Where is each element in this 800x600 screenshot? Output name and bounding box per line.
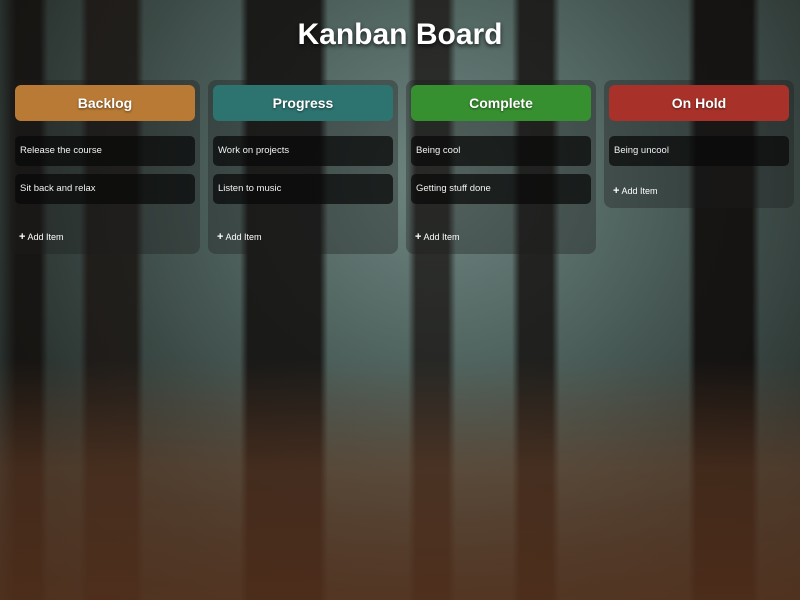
column-header-complete: Complete <box>411 85 591 121</box>
add-item-button[interactable]: + Add Item <box>411 231 460 243</box>
list-item[interactable]: Getting stuff done <box>411 174 591 204</box>
list-item[interactable]: Being uncool <box>609 136 789 166</box>
column-progress: Progress Work on projects Listen to musi… <box>208 80 398 254</box>
add-item-label: Add Item <box>423 232 460 242</box>
column-header-on-hold: On Hold <box>609 85 789 121</box>
add-item-label: Add Item <box>621 186 658 196</box>
plus-icon: + <box>415 231 422 243</box>
column-complete: Complete Being cool Getting stuff done +… <box>406 80 596 254</box>
column-on-hold: On Hold Being uncool + Add Item <box>604 80 794 208</box>
list-item[interactable]: Work on projects <box>213 136 393 166</box>
add-item-button[interactable]: + Add Item <box>609 185 658 197</box>
list-item[interactable]: Being cool <box>411 136 591 166</box>
add-item-label: Add Item <box>225 232 262 242</box>
add-item-button[interactable]: + Add Item <box>213 231 262 243</box>
plus-icon: + <box>19 231 26 243</box>
plus-icon: + <box>217 231 224 243</box>
plus-icon: + <box>613 185 620 197</box>
column-backlog: Backlog Release the course Sit back and … <box>10 80 200 254</box>
add-item-button[interactable]: + Add Item <box>15 231 64 243</box>
list-item[interactable]: Sit back and relax <box>15 174 195 204</box>
page-title: Kanban Board <box>297 18 503 51</box>
column-header-progress: Progress <box>213 85 393 121</box>
kanban-board: Backlog Release the course Sit back and … <box>10 80 794 280</box>
list-item[interactable]: Listen to music <box>213 174 393 204</box>
column-header-backlog: Backlog <box>15 85 195 121</box>
forest-background <box>0 360 800 600</box>
list-item[interactable]: Release the course <box>15 136 195 166</box>
add-item-label: Add Item <box>27 232 64 242</box>
